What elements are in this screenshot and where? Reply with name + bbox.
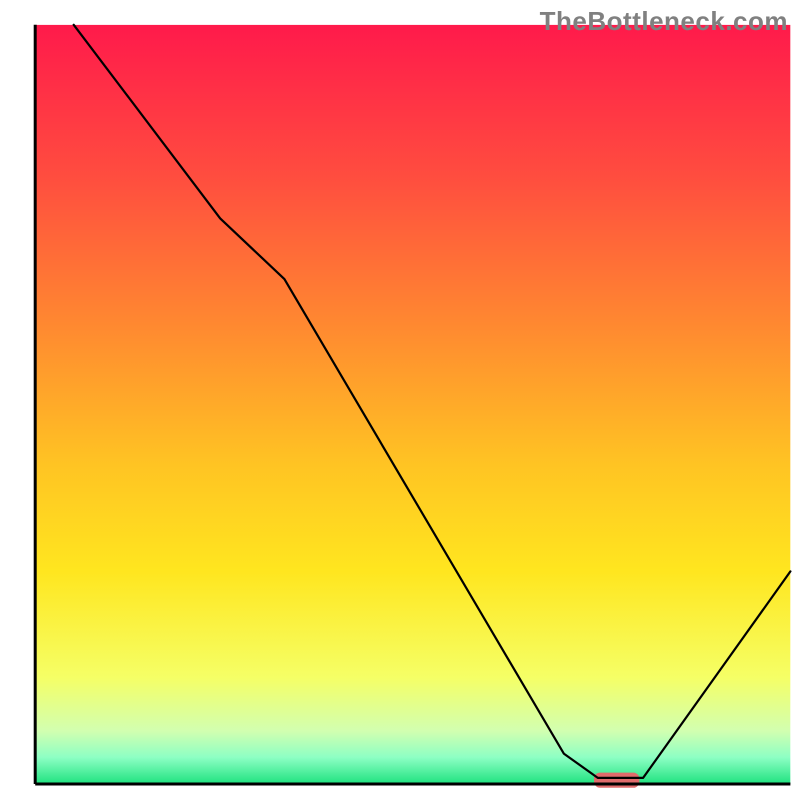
plot-background	[35, 25, 790, 784]
chart-container: TheBottleneck.com	[0, 0, 800, 800]
watermark-text: TheBottleneck.com	[540, 6, 788, 37]
bottleneck-chart	[0, 0, 800, 800]
optimal-marker	[594, 773, 639, 788]
